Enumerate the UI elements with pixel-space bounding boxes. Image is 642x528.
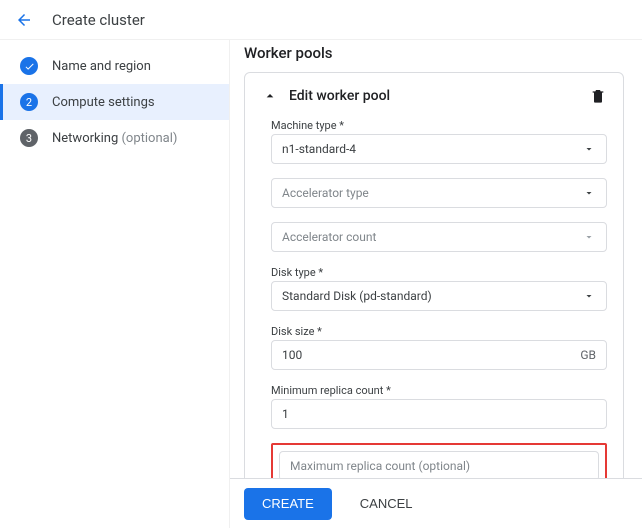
accelerator-type-field: Accelerator type (271, 178, 607, 208)
section-heading: Worker pools (244, 44, 624, 62)
chevron-down-icon (582, 289, 596, 303)
check-icon (20, 57, 38, 75)
accelerator-count-select: Accelerator count (271, 222, 607, 252)
step-label: Name and region (52, 59, 151, 74)
create-button[interactable]: CREATE (244, 488, 332, 520)
delete-icon[interactable] (589, 87, 607, 105)
back-icon[interactable] (14, 10, 34, 30)
machine-type-field: Machine type * n1-standard-4 (271, 119, 607, 164)
collapse-icon[interactable] (261, 87, 279, 105)
step-compute-settings[interactable]: 2 Compute settings (0, 84, 229, 120)
page-title: Create cluster (52, 11, 145, 29)
step-label: Networking (optional) (52, 131, 177, 146)
disk-type-select[interactable]: Standard Disk (pd-standard) (271, 281, 607, 311)
min-replica-input[interactable]: 1 (271, 399, 607, 429)
disk-type-field: Disk type * Standard Disk (pd-standard) (271, 266, 607, 311)
disk-size-input[interactable]: 100 GB (271, 340, 607, 370)
accelerator-count-field: Accelerator count (271, 222, 607, 252)
field-label: Disk type * (271, 266, 607, 279)
panel-title: Edit worker pool (289, 88, 589, 104)
field-label: Disk size * (271, 325, 607, 338)
step-label: Compute settings (52, 95, 155, 110)
min-replica-field: Minimum replica count * 1 (271, 384, 607, 429)
worker-pool-panel: Edit worker pool Machine type * n1-stand… (244, 72, 624, 528)
machine-type-select[interactable]: n1-standard-4 (271, 134, 607, 164)
bottom-bar: CREATE CANCEL (230, 478, 642, 528)
chevron-down-icon (582, 186, 596, 200)
field-label: Minimum replica count * (271, 384, 607, 397)
unit-suffix: GB (580, 348, 596, 362)
step-number-icon: 2 (20, 93, 38, 111)
step-number-icon: 3 (20, 129, 38, 147)
cancel-button[interactable]: CANCEL (342, 488, 431, 520)
step-name-region[interactable]: Name and region (0, 48, 229, 84)
chevron-down-icon (582, 230, 596, 244)
max-replica-input[interactable]: Maximum replica count (optional) (279, 451, 599, 481)
field-label: Machine type * (271, 119, 607, 132)
disk-size-field: Disk size * 100 GB (271, 325, 607, 370)
sidebar: Name and region 2 Compute settings 3 Net… (0, 40, 230, 528)
step-networking[interactable]: 3 Networking (optional) (0, 120, 229, 156)
accelerator-type-select[interactable]: Accelerator type (271, 178, 607, 208)
chevron-down-icon (582, 142, 596, 156)
